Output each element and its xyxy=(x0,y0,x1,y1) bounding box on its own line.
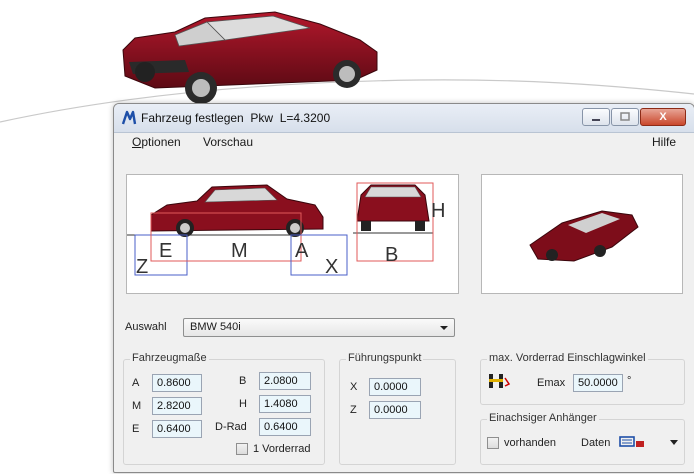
label-m: M xyxy=(231,240,248,262)
trailer-data-icon[interactable] xyxy=(618,433,646,451)
vehicle-dialog: Fahrzeug festlegen Pkw L=4.3200 X Option… xyxy=(113,103,694,473)
label-x: X xyxy=(325,256,338,278)
vorderrad-label: 1 Vorderrad xyxy=(253,443,311,455)
anhaenger-checkbox[interactable] xyxy=(487,437,499,449)
maximize-button[interactable] xyxy=(611,108,639,126)
preview-panel xyxy=(481,174,683,294)
hero-car-image xyxy=(122,11,378,104)
z-label: Z xyxy=(350,404,357,416)
chevron-down-icon[interactable] xyxy=(670,440,678,445)
dimension-diagram: Z E M A X B H xyxy=(127,182,445,278)
drad-label: D-Rad xyxy=(215,421,247,433)
label-h: H xyxy=(431,200,445,222)
vorderrad-checkbox[interactable] xyxy=(236,443,248,455)
menu-bar: Optionen Vorschau Hilfe xyxy=(114,132,694,152)
x-label: X xyxy=(350,381,358,393)
close-button[interactable]: X xyxy=(640,108,686,126)
label-e: E xyxy=(159,240,172,262)
fahrzeugmasse-title: Fahrzeugmaße xyxy=(130,352,209,364)
title-bar[interactable]: Fahrzeug festlegen Pkw L=4.3200 X xyxy=(114,104,694,133)
chevron-down-icon xyxy=(440,326,448,330)
m-label: M xyxy=(132,400,142,412)
emax-unit: ° xyxy=(627,375,632,387)
menu-vorschau[interactable]: Vorschau xyxy=(203,135,253,149)
b-label: B xyxy=(239,375,247,387)
a-field[interactable]: 0.8600 xyxy=(152,374,202,392)
auswahl-label: Auswahl xyxy=(125,321,167,333)
m-field[interactable]: 2.8200 xyxy=(152,397,202,415)
h-field[interactable]: 1.4080 xyxy=(259,395,311,413)
vehicle-select[interactable]: BMW 540i xyxy=(183,318,455,337)
anhaenger-title: Einachsiger Anhänger xyxy=(487,412,599,424)
dimension-diagram-panel: Z E M A X B H xyxy=(126,174,459,294)
menu-hilfe[interactable]: Hilfe xyxy=(652,135,676,149)
label-b: B xyxy=(385,244,398,266)
emax-field[interactable]: 50.0000 xyxy=(573,374,623,392)
e-label: E xyxy=(132,423,140,435)
minimize-button[interactable] xyxy=(582,108,610,126)
preview-car-image xyxy=(529,210,639,262)
a-label: A xyxy=(132,377,140,389)
fuehrungspunkt-title: Führungspunkt xyxy=(346,352,424,364)
close-icon: X xyxy=(659,111,667,123)
daten-label: Daten xyxy=(581,437,611,449)
label-z: Z xyxy=(136,256,148,278)
emax-label: Emax xyxy=(537,377,566,389)
menu-optionen[interactable]: Optionen xyxy=(132,135,181,149)
label-a: A xyxy=(295,240,309,262)
front-view-car xyxy=(356,184,430,231)
side-view-car xyxy=(150,184,324,237)
einschlag-title: max. Vorderrad Einschlagwinkel xyxy=(487,352,648,364)
b-field[interactable]: 2.0800 xyxy=(259,372,311,390)
window-title: Fahrzeug festlegen Pkw L=4.3200 xyxy=(141,111,331,125)
vehicle-select-value: BMW 540i xyxy=(190,321,241,333)
app-icon xyxy=(121,110,137,125)
steering-angle-icon xyxy=(489,374,511,388)
minimize-icon xyxy=(592,119,600,121)
e-field[interactable]: 0.6400 xyxy=(152,420,202,438)
x-field[interactable]: 0.0000 xyxy=(369,378,421,396)
maximize-icon xyxy=(620,112,630,121)
vorhanden-label: vorhanden xyxy=(504,437,556,449)
h-label: H xyxy=(239,398,247,410)
z-field[interactable]: 0.0000 xyxy=(369,401,421,419)
drad-field[interactable]: 0.6400 xyxy=(259,418,311,436)
